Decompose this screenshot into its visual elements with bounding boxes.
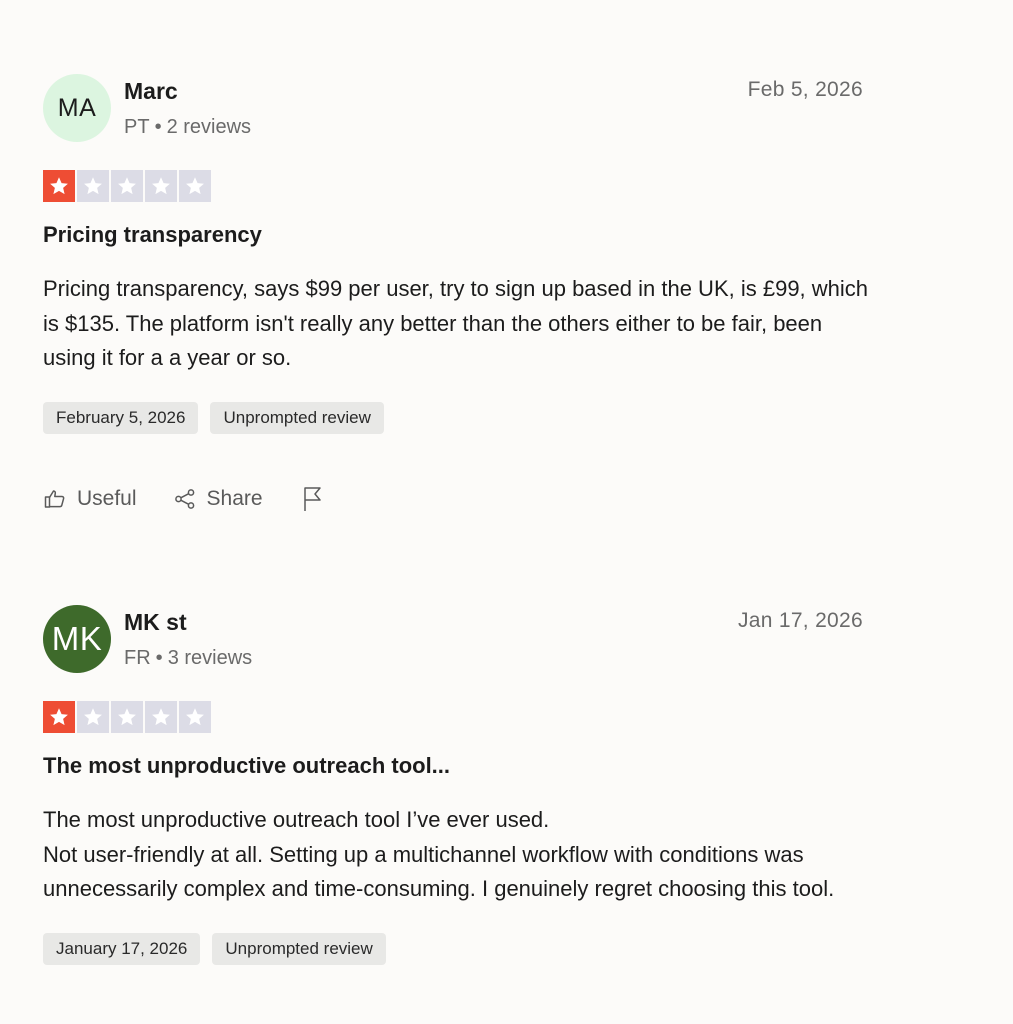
star-icon [77, 701, 109, 733]
star-rating [43, 701, 863, 733]
reviewer-review-count: 2 reviews [166, 116, 252, 138]
review-title[interactable]: The most unproductive outreach tool... [43, 753, 863, 779]
review-card: MK MK st FR • 3 reviews Jan 17, 2026 The m… [43, 605, 863, 965]
review-body: The most unproductive outreach tool I’ve… [43, 803, 873, 907]
star-icon [111, 170, 143, 202]
experience-date-tag: February 5, 2026 [43, 401, 199, 434]
review-date: Feb 5, 2026 [747, 78, 863, 101]
review-header: MK MK st FR • 3 reviews Jan 17, 2026 [43, 605, 863, 675]
review-title[interactable]: Pricing transparency [43, 222, 863, 248]
review-actions: Useful Share [43, 484, 863, 514]
meta-separator: • [154, 116, 162, 138]
experience-date-tag: January 17, 2026 [43, 932, 201, 965]
review-date: Jan 17, 2026 [737, 609, 863, 632]
review-body-line: Pricing transparency, says $99 per user,… [43, 276, 869, 370]
reviewer-review-count: 3 reviews [167, 647, 253, 669]
avatar[interactable]: MA [43, 74, 111, 142]
reviewer-country: PT [124, 116, 150, 138]
unprompted-review-tag[interactable]: Unprompted review [210, 401, 384, 434]
unprompted-review-tag[interactable]: Unprompted review [212, 932, 386, 965]
star-icon [179, 170, 211, 202]
useful-label: Useful [77, 486, 137, 510]
report-flag-button[interactable] [301, 485, 325, 513]
reviewer-meta: FR • 3 reviews [124, 647, 252, 670]
review-tags: February 5, 2026 Unprompted review [43, 401, 863, 434]
star-rating [43, 170, 863, 202]
star-icon [43, 701, 75, 733]
reviewer-name[interactable]: MK st [124, 609, 187, 636]
review-body-line: Not user-friendly at all. Setting up a m… [43, 841, 835, 902]
star-icon [111, 701, 143, 733]
review-body-line: The most unproductive outreach tool I’ve… [43, 807, 550, 832]
reviewer-country: FR [124, 647, 151, 669]
star-icon [145, 701, 177, 733]
star-icon [179, 701, 211, 733]
review-header: MA Marc PT • 2 reviews Feb 5, 2026 [43, 74, 863, 144]
useful-button[interactable]: Useful [43, 487, 137, 511]
reviewer-name[interactable]: Marc [124, 78, 178, 105]
reviewer-meta: PT • 2 reviews [124, 116, 251, 139]
thumbs-up-icon [43, 487, 67, 511]
star-icon [77, 170, 109, 202]
review-body: Pricing transparency, says $99 per user,… [43, 272, 873, 376]
review-card: MA Marc PT • 2 reviews Feb 5, 2026 Pricing… [43, 74, 868, 514]
review-tags: January 17, 2026 Unprompted review [43, 932, 863, 965]
meta-separator: • [155, 647, 163, 669]
avatar-initials: MK [51, 620, 103, 657]
share-icon [173, 487, 197, 511]
flag-icon [301, 485, 325, 513]
avatar-initials: MA [57, 93, 97, 122]
star-icon [145, 170, 177, 202]
star-icon [43, 170, 75, 202]
avatar[interactable]: MK [43, 605, 111, 673]
share-button[interactable]: Share [173, 487, 263, 511]
share-label: Share [206, 486, 263, 510]
